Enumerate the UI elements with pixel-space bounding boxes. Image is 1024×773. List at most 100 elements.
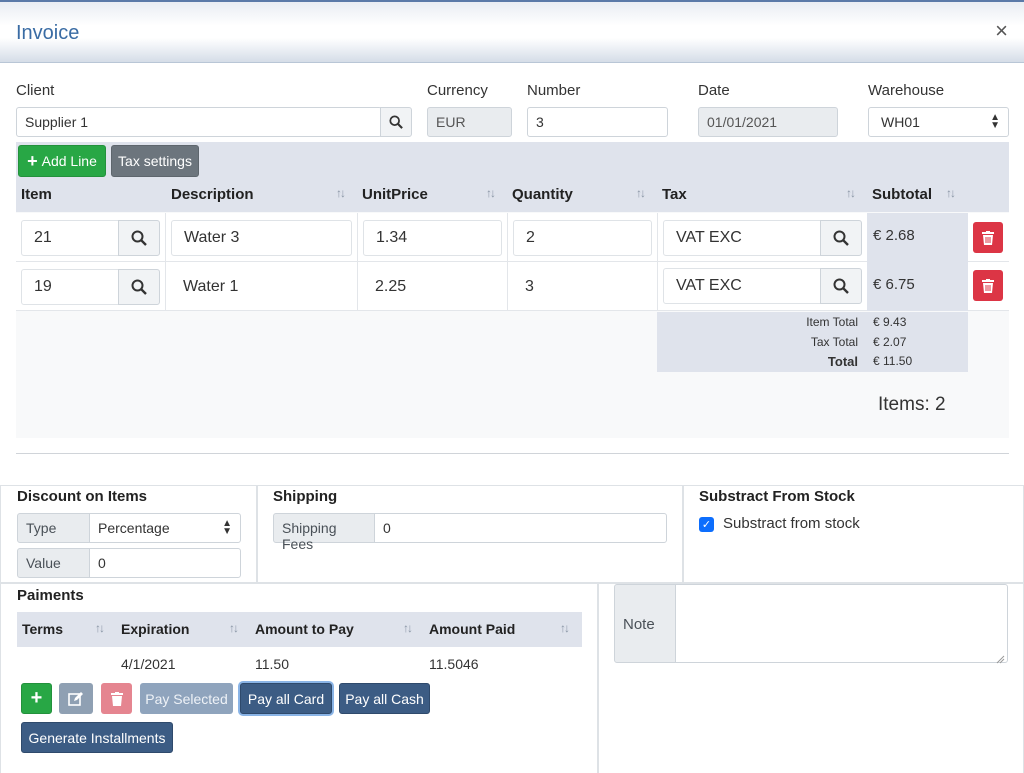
edit-icon [68,691,83,706]
table-row[interactable]: 4/1/2021 11.50 11.5046 [17,647,582,681]
column-header-item[interactable]: Item [21,186,52,203]
search-icon [131,230,147,246]
number-label: Number [527,82,581,99]
sort-icon[interactable]: ↑↓ [95,621,105,635]
pay-selected-button[interactable]: Pay Selected [140,683,233,714]
sort-icon[interactable]: ↑↓ [336,186,346,200]
add-line-label: Add Line [41,153,97,169]
column-divider [165,213,166,262]
search-icon [389,115,403,129]
stock-title: Substract From Stock [699,488,855,505]
unitprice-input[interactable]: 1.34 [363,220,502,256]
description-input[interactable]: Water 3 [171,220,352,256]
warehouse-select[interactable]: WH01 ▲ ▼ [868,107,1009,137]
delete-payment-button[interactable] [101,683,132,714]
column-header-unitprice[interactable]: UnitPrice [362,186,428,203]
column-divider [657,213,658,262]
item-input[interactable]: 21 [21,220,121,256]
subtotal-cell: € 2.68 [867,213,968,262]
unitprice-value[interactable]: 2.25 [375,278,406,296]
sort-icon[interactable]: ↑↓ [403,621,413,635]
tax-settings-button[interactable]: Tax settings [111,145,199,177]
discount-value-input[interactable]: 0 [89,548,241,578]
client-search-button[interactable] [380,107,412,137]
item-search-button[interactable] [118,220,160,256]
number-input[interactable]: 3 [527,107,668,137]
quantity-input[interactable]: 2 [513,220,652,256]
currency-input: EUR [427,107,512,137]
table-row: 19 Water 1 2.25 3 VAT EXC € 6.75 [16,262,1009,311]
client-input[interactable]: Supplier 1 [16,107,382,137]
column-header-quantity[interactable]: Quantity [512,186,573,203]
payment-amount-to-pay: 11.50 [255,656,289,672]
payment-expiration: 4/1/2021 [121,656,176,672]
item-search-button[interactable] [118,269,160,305]
tax-search-button[interactable] [820,220,862,256]
add-line-button[interactable]: + Add Line [18,145,106,177]
totals-summary: Item Total € 9.43 Tax Total € 2.07 Total… [657,312,968,372]
item-input[interactable]: 19 [21,269,121,305]
shipping-fees-input[interactable]: 0 [374,513,667,543]
tax-search-button[interactable] [820,268,862,304]
date-label: Date [698,82,730,99]
sort-icon[interactable]: ↑↓ [560,621,570,635]
resize-handle-icon[interactable] [995,651,1005,664]
trash-icon [982,278,994,293]
discount-type-value: Percentage [98,520,170,536]
description-value[interactable]: Water 1 [183,278,238,296]
pay-all-cash-button[interactable]: Pay all Cash [339,683,430,714]
warehouse-label: Warehouse [868,82,945,99]
column-divider [507,213,508,262]
select-caret-icon: ▲ ▼ [222,518,232,537]
total-label: Total [827,354,858,369]
discount-value-label: Value [17,548,90,578]
column-header-amount-paid[interactable]: Amount Paid [429,621,515,637]
select-caret-icon: ▲ ▼ [990,112,1000,131]
sort-icon[interactable]: ↑↓ [486,186,496,200]
substract-stock-checkbox[interactable]: ✓ [699,517,714,532]
tax-input[interactable]: VAT EXC [663,220,823,256]
plus-icon: + [30,687,43,709]
generate-installments-button[interactable]: Generate Installments [21,722,173,753]
date-input[interactable]: 01/01/2021 [698,107,838,137]
sort-icon[interactable]: ↑↓ [229,621,239,635]
note-label: Note [614,584,676,663]
column-header-terms[interactable]: Terms [22,621,63,637]
trash-icon [110,691,123,706]
discount-type-label: Type [17,513,90,543]
column-header-subtotal[interactable]: Subtotal [872,186,932,203]
client-label: Client [16,82,55,99]
sort-icon[interactable]: ↑↓ [846,186,856,200]
dialog-title: Invoice [16,22,80,44]
tax-input[interactable]: VAT EXC [663,268,823,304]
search-icon [833,230,849,246]
tax-total-value: € 2.07 [873,335,907,349]
subtotal-cell: € 6.75 [867,262,968,311]
discount-title: Discount on Items [17,488,148,505]
add-payment-button[interactable]: + [21,683,52,714]
quantity-value[interactable]: 3 [525,278,534,296]
column-header-tax[interactable]: Tax [662,186,687,203]
column-header-expiration[interactable]: Expiration [121,621,189,637]
sort-icon[interactable]: ↑↓ [946,186,956,200]
note-textarea[interactable] [675,584,1008,663]
column-header-amount-to-pay[interactable]: Amount to Pay [255,621,354,637]
payments-title: Paiments [17,587,84,604]
shipping-title: Shipping [273,488,338,505]
column-divider [657,262,658,311]
warehouse-value: WH01 [881,114,920,130]
pay-all-card-button[interactable]: Pay all Card [240,683,332,714]
sort-icon[interactable]: ↑↓ [636,186,646,200]
delete-line-button[interactable] [973,270,1003,301]
search-icon [131,279,147,295]
tax-total-label: Tax Total [810,335,858,349]
delete-line-button[interactable] [973,222,1003,253]
edit-payment-button[interactable] [59,683,93,714]
discount-type-select[interactable]: Percentage ▲ ▼ [89,513,241,543]
column-divider [357,213,358,262]
title-bar: Invoice × [0,0,1024,63]
column-header-description[interactable]: Description [171,186,254,203]
item-total-label: Item Total [806,315,858,329]
substract-stock-label[interactable]: Substract from stock [723,515,860,532]
close-icon[interactable]: × [995,20,1008,42]
